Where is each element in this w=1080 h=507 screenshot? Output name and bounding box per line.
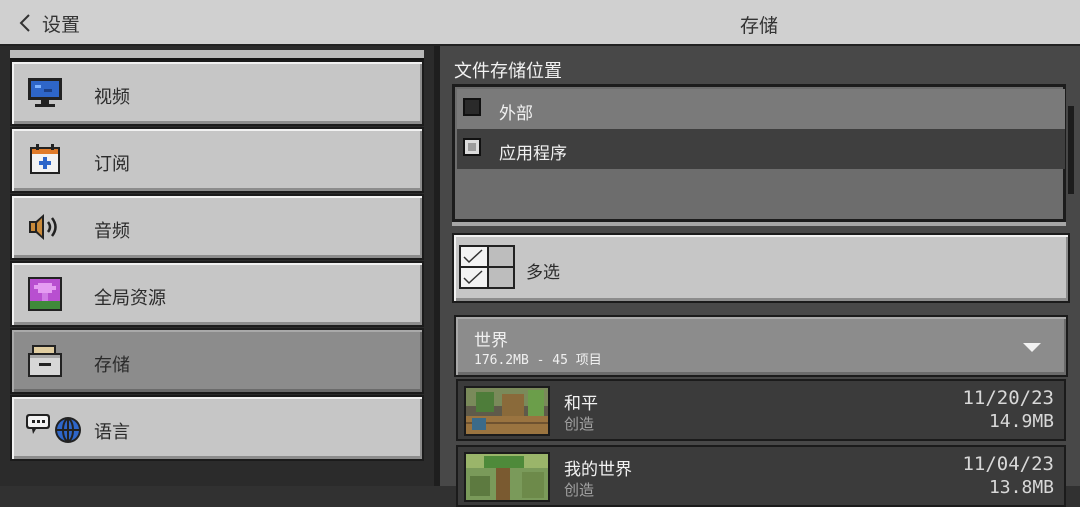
world-date: 11/20/23 (962, 387, 1054, 409)
sidebar-item-subscriptions[interactable]: 订阅 (10, 127, 424, 193)
worlds-title: 世界 (474, 331, 508, 351)
monitor-icon (26, 76, 64, 110)
storage-panel: 文件存储位置 外部 应用程序 多选 世界 176.2MB - 45 项目 和平 … (440, 46, 1080, 507)
multi-select-checklist-icon (458, 244, 516, 290)
world-mode: 创造 (564, 481, 595, 499)
storage-drawer-icon (26, 344, 64, 378)
speaker-icon (26, 210, 64, 244)
back-label: 设置 (42, 13, 81, 36)
world-size: 14.9MB (988, 411, 1054, 432)
sidebar-item-label: 订阅 (94, 154, 130, 175)
world-list-item[interactable]: 我的世界 创造 11/04/23 13.8MB (456, 445, 1066, 507)
storage-option-application[interactable]: 应用程序 (457, 129, 1065, 169)
world-thumbnail (464, 386, 550, 436)
storage-location-list: 外部 应用程序 (452, 84, 1066, 222)
option-label: 外部 (499, 104, 533, 124)
top-bar: 设置 存储 (0, 0, 1080, 46)
file-storage-location-heading: 文件存储位置 (454, 61, 562, 82)
worlds-dropdown[interactable]: 世界 176.2MB - 45 项目 (454, 315, 1068, 377)
global-resources-icon (26, 277, 64, 311)
world-size: 13.8MB (988, 477, 1054, 498)
world-mode: 创造 (564, 415, 595, 433)
multi-select-label: 多选 (526, 263, 560, 283)
world-date: 11/04/23 (962, 453, 1054, 475)
sidebar-item-storage[interactable]: 存储 (10, 328, 424, 394)
sidebar-item-label: 语言 (94, 422, 130, 443)
world-list-item[interactable]: 和平 创造 11/20/23 14.9MB (456, 379, 1066, 441)
checkbox-checked[interactable] (463, 138, 481, 156)
storage-option-external[interactable]: 外部 (457, 89, 1065, 129)
chevron-down-icon (1022, 339, 1042, 353)
sidebar-item-global-resources[interactable]: 全局资源 (10, 261, 424, 327)
sidebar-item-video[interactable]: 视频 (10, 60, 424, 126)
list-bottom-edge (452, 222, 1066, 226)
sidebar-item-label: 视频 (94, 87, 130, 108)
page-title: 存储 (739, 15, 778, 37)
sidebar-item-language[interactable]: 语言 (10, 395, 424, 461)
calendar-plus-icon (26, 143, 64, 177)
multi-select-button[interactable]: 多选 (452, 233, 1070, 303)
chevron-left-icon (14, 12, 36, 34)
world-name: 和平 (564, 394, 598, 414)
scrollbar[interactable] (1068, 106, 1074, 194)
sidebar-item-label: 全局资源 (94, 288, 166, 309)
sidebar-item-label: 存储 (94, 355, 130, 376)
settings-sidebar: 视频 订阅 音频 全局资源 存储 语言 (0, 46, 434, 486)
world-thumbnail (464, 452, 550, 502)
world-name: 我的世界 (564, 460, 632, 480)
option-label: 应用程序 (499, 144, 567, 164)
back-button[interactable]: 设置 (14, 9, 80, 37)
sidebar-item-label: 音频 (94, 221, 130, 242)
checkbox[interactable] (463, 98, 481, 116)
sidebar-item-audio[interactable]: 音频 (10, 194, 424, 260)
sidebar-scroll-edge (10, 50, 424, 60)
worlds-summary: 176.2MB - 45 项目 (474, 353, 602, 368)
language-globe-icon (24, 411, 86, 445)
